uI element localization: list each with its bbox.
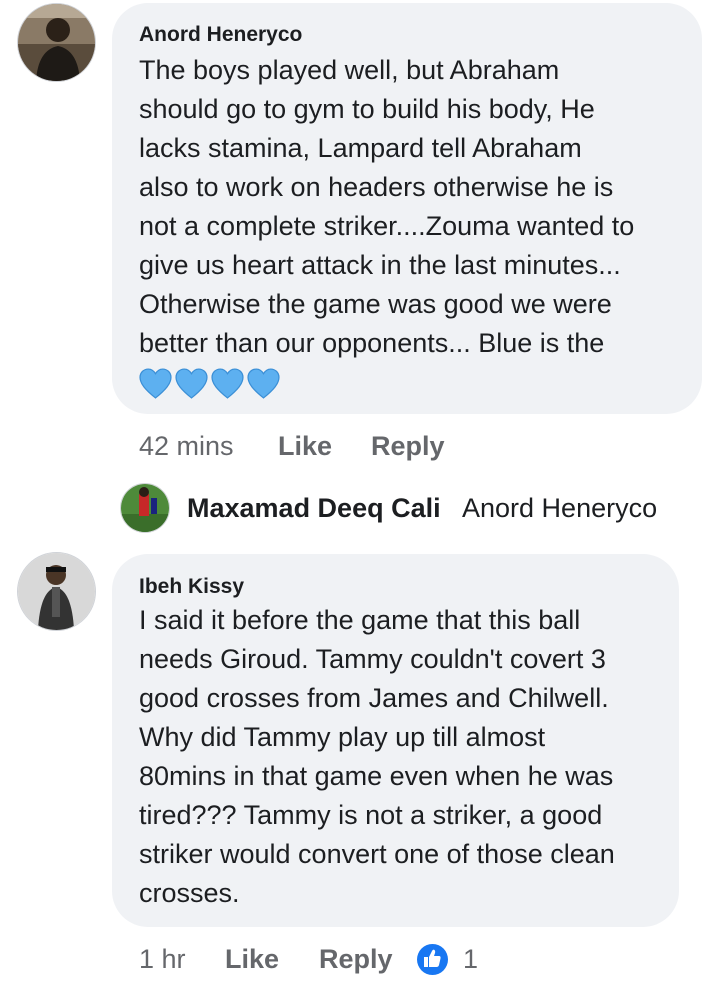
avatar[interactable] xyxy=(17,3,96,82)
avatar[interactable] xyxy=(120,483,170,533)
comment-actions: 42 mins Like Reply xyxy=(139,431,539,467)
comment-author[interactable]: Ibeh Kissy xyxy=(139,575,244,599)
avatar[interactable] xyxy=(17,552,96,631)
blue-heart-icon xyxy=(175,368,208,399)
user-photo-icon xyxy=(18,4,95,81)
reply-preview[interactable]: Maxamad Deeq Cali Anord Heneryco xyxy=(120,483,700,533)
comment-timestamp[interactable]: 1 hr xyxy=(139,944,186,975)
comment-text-line: better than our opponents... Blue is the xyxy=(139,328,605,358)
like-button[interactable]: Like xyxy=(225,944,279,975)
comment-text-line: lacks stamina, Lampard tell Abraham xyxy=(139,133,582,163)
comment: Anord Heneryco The boys played well, but… xyxy=(0,0,720,480)
thumbs-up-icon[interactable] xyxy=(417,944,448,975)
comment-text: The boys played well, but Abraham should… xyxy=(139,51,634,406)
reply-snippet: Anord Heneryco xyxy=(462,493,658,523)
reply-author[interactable]: Maxamad Deeq Cali xyxy=(187,493,441,524)
comment-text-line: not a complete striker....Zouma wanted t… xyxy=(139,211,635,241)
like-button[interactable]: Like xyxy=(278,431,332,462)
blue-heart-icon xyxy=(211,368,244,399)
thumbs-up-glyph xyxy=(424,949,441,967)
blue-heart-icon xyxy=(139,368,172,399)
comment-text-line: 80mins in that game even when he was xyxy=(139,761,614,791)
comment-text-line: good crosses from James and Chilwell. xyxy=(139,683,609,713)
comment-text-line: give us heart attack in the last minutes… xyxy=(139,250,621,280)
comment-timestamp[interactable]: 42 mins xyxy=(139,431,234,462)
comment-author[interactable]: Anord Heneryco xyxy=(139,23,302,47)
reply-button[interactable]: Reply xyxy=(371,431,445,462)
comment-text-line: striker would convert one of those clean xyxy=(139,839,615,869)
comment-actions: 1 hr Like Reply 1 xyxy=(139,944,559,975)
comment-text-line: should go to gym to build his body, He xyxy=(139,94,595,124)
blue-heart-icon xyxy=(247,368,280,399)
reply-button[interactable]: Reply xyxy=(319,944,393,975)
comment-text-line: Why did Tammy play up till almost xyxy=(139,722,546,752)
emoji-row xyxy=(139,363,634,406)
comment-text: I said it before the game that this ball… xyxy=(139,601,615,913)
comment-text-line: The boys played well, but Abraham xyxy=(139,55,560,85)
comment-text-line: also to work on headers otherwise he is xyxy=(139,172,614,202)
comment-text-line: Otherwise the game was good we were xyxy=(139,289,612,319)
reaction-count[interactable]: 1 xyxy=(463,944,478,975)
comment-bubble xyxy=(112,554,679,927)
user-photo-icon xyxy=(121,484,169,532)
comment-text-line: tired??? Tammy is not a striker, a good xyxy=(139,800,603,830)
comment-text-line: needs Giroud. Tammy couldn't covert 3 xyxy=(139,644,606,674)
user-photo-icon xyxy=(18,553,95,630)
comment-text-line: I said it before the game that this ball xyxy=(139,605,581,635)
comment-text-line: crosses. xyxy=(139,878,240,908)
